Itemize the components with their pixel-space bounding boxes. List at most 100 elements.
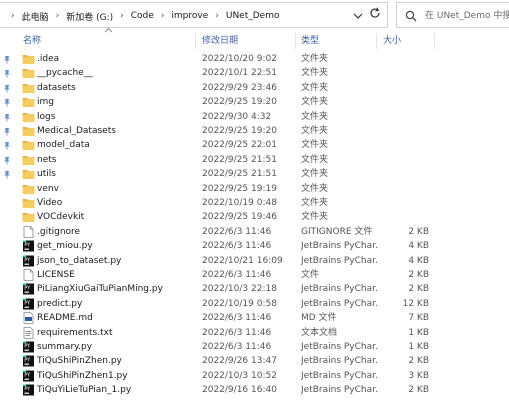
folder-icon [22,199,35,208]
file-name: logs [37,111,56,122]
file-row[interactable]: PY json_to_dataset.py 2022/10/21 16:09 JetB… [0,254,509,268]
file-row[interactable]: Medical_Datasets 2022/9/25 19:20 文件夹 [0,124,509,138]
search-input[interactable]: 在 UNet_Demo 中搜索 [396,2,509,28]
column-divider[interactable] [434,33,435,49]
file-type: 文件 [301,270,320,280]
folder-icon [22,170,35,180]
file-row[interactable]: PY predict.py 2022/10/19 0:58 JetBrains PyC… [0,297,509,311]
file-type: 文件夹 [301,212,329,223]
folder-icon [22,112,35,122]
file-size: 2 KB [408,385,429,396]
file-row[interactable]: PY PiLiangXiuGaiTuPianMing.py 2022/10/3 22… [0,282,509,296]
column-header-row: 名称 修改日期 类型 大小 [0,27,509,51]
file-row[interactable]: logs 2022/9/30 4:32 文件夹 [0,110,509,124]
column-header-type[interactable]: 类型 [301,31,319,51]
file-row[interactable]: README.md 2022/6/3 11:46 MD 文件 7 KB [0,311,509,325]
column-header-name[interactable]: 名称 [23,31,41,51]
file-row[interactable]: img 2022/9/25 19:20 文件夹 [0,95,509,109]
file-name: img [37,97,54,108]
chevron-right-icon[interactable]: › [120,11,124,21]
breadcrumb-unet-demo[interactable]: UNet_Demo [226,11,280,21]
file-row[interactable]: model_data 2022/9/25 22:01 文件夹 [0,138,509,152]
breadcrumb-code[interactable]: Code [131,11,154,21]
chevron-right-icon[interactable]: › [161,11,165,21]
chevron-right-icon[interactable]: › [215,11,219,21]
file-row[interactable]: VOCdevkit 2022/9/25 19:46 文件夹 [0,210,509,224]
file-size: 12 KB [402,298,429,309]
pycharm-file-icon: PY [23,255,34,267]
file-name: LICENSE [37,270,75,280]
file-row[interactable]: PY get_miou.py 2022/6/3 11:46 JetBrains PyC… [0,239,509,253]
file-type: 文件夹 [301,183,329,194]
svg-text:PY: PY [24,372,30,378]
modified-date: 2022/6/3 11:46 [202,226,272,237]
modified-date: 2022/10/21 16:09 [202,255,283,266]
file-name: predict.py [37,298,83,309]
file-type: JetBrains PyChar... [301,298,379,309]
file-type: 文件夹 [301,68,329,79]
modified-date: 2022/10/3 22:18 [202,284,277,295]
file-row[interactable]: __pycache__ 2022/10/1 22:51 文件夹 [0,66,509,80]
file-size: 1 KB [408,342,429,352]
file-type: 文件夹 [301,111,329,122]
svg-text:PY: PY [24,343,30,349]
file-name: summary.py [37,342,93,352]
column-header-size[interactable]: 大小 [383,31,401,51]
file-row[interactable]: datasets 2022/9/29 23:46 文件夹 [0,81,509,95]
modified-date: 2022/6/3 11:46 [202,327,272,338]
chevron-right-icon[interactable]: › [56,11,60,21]
folder-icon [22,213,35,223]
file-row[interactable]: .gitignore 2022/6/3 11:46 GITIGNORE 文件 2 KB [0,225,509,239]
modified-date: 2022/10/3 10:52 [202,370,277,381]
column-divider[interactable] [195,33,196,49]
breadcrumb-drive[interactable]: 新加卷 (G:) [66,10,113,23]
file-row[interactable]: venv 2022/9/25 19:19 文件夹 [0,182,509,196]
file-row[interactable]: requirements.txt 2022/6/3 11:46 文本文档 1 KB [0,326,509,340]
file-name: TiQuShiPinZhen1.py [37,370,128,381]
file-name: utils [37,169,56,180]
file-row[interactable]: utils 2022/9/25 21:51 文件夹 [0,167,509,181]
search-placeholder: 在 UNet_Demo 中搜索 [425,11,509,21]
file-size: 2 KB [408,270,429,280]
file-type: JetBrains PyChar... [301,385,379,396]
file-row[interactable]: LICENSE 2022/6/3 11:46 文件 2 KB [0,268,509,282]
chevron-down-icon[interactable] [352,10,364,22]
address-bar-region: › 此电脑 › 新加卷 (G:) › Code › improve › UNet… [0,0,509,31]
svg-text:PY: PY [24,358,30,364]
file-name: TiQuShiPinZhen.py [37,356,122,367]
chevron-right-icon: › [11,11,15,21]
column-divider[interactable] [295,33,296,49]
pin-icon [4,113,10,122]
file-row[interactable]: Video 2022/10/19 0:48 文件夹 [0,196,509,210]
breadcrumb-improve[interactable]: improve [171,11,208,21]
folder-icon [22,155,35,165]
file-size: 3 KB [408,370,429,381]
file-row[interactable]: PY summary.py 2022/6/3 11:46 JetBrains PyCh… [0,340,509,354]
file-type: JetBrains PyChar... [301,342,379,352]
file-type: 文件夹 [301,54,329,64]
file-type: JetBrains PyChar... [301,241,379,252]
modified-date: 2022/9/25 22:01 [202,140,277,151]
file-size: 4 KB [408,241,429,252]
column-divider[interactable] [376,33,377,49]
pycharm-file-icon: PY [23,298,34,310]
file-row[interactable]: PY TiQuYiLieTuPian_1.py 2022/9/16 16:40 Jet… [0,383,509,397]
file-size: 2 KB [408,356,429,367]
file-type: MD 文件 [301,313,337,324]
file-row[interactable]: nets 2022/9/25 21:51 文件夹 [0,153,509,167]
folder-icon [22,83,35,93]
column-header-date[interactable]: 修改日期 [202,31,238,51]
breadcrumb-this-pc[interactable]: 此电脑 [22,10,49,23]
file-row[interactable]: PY TiQuShiPinZhen.py 2022/9/26 13:47 JetBra… [0,354,509,368]
file-type: JetBrains PyChar... [301,284,379,295]
file-row[interactable]: .idea 2022/10/20 9:02 文件夹 [0,52,509,66]
pycharm-file-icon: PY [23,283,34,295]
markdown-file-icon [23,312,34,325]
modified-date: 2022/6/3 11:46 [202,241,272,252]
pycharm-file-icon: PY [23,240,34,252]
refresh-icon[interactable] [368,6,382,20]
file-row[interactable]: PY TiQuShiPinZhen1.py 2022/10/3 10:52 JetBr… [0,369,509,383]
address-bar[interactable]: › 此电脑 › 新加卷 (G:) › Code › improve › UNet… [0,2,388,28]
file-name: PiLiangXiuGaiTuPianMing.py [37,284,163,295]
svg-text:PY: PY [24,300,30,306]
